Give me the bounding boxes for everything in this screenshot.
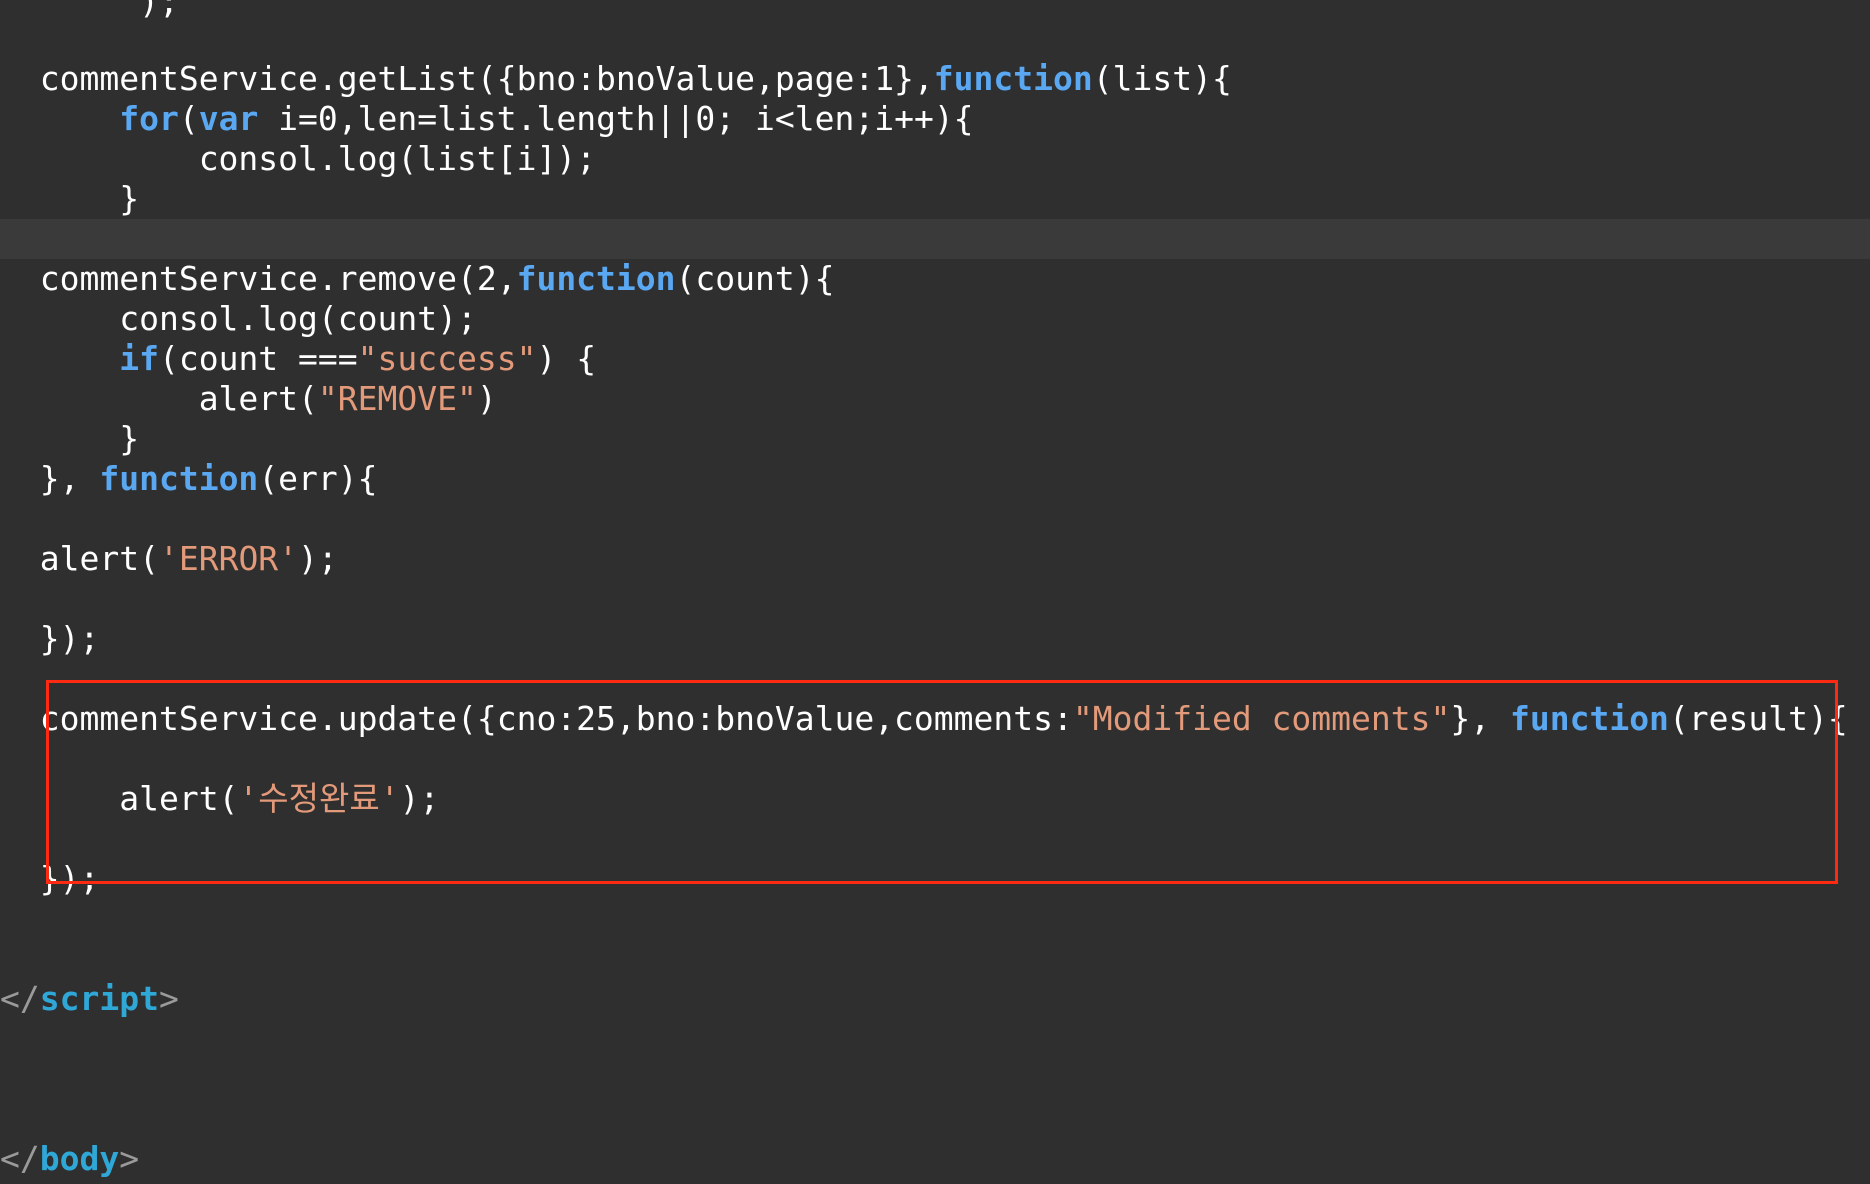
code-line-error-callback[interactable]: }, function(err){ — [0, 459, 1870, 499]
code-token: (list){ — [1092, 59, 1232, 98]
code-line-if-success[interactable]: if(count ==="success") { — [0, 339, 1870, 379]
code-token: ) — [476, 379, 497, 418]
code-token: commentService.remove(2, — [39, 259, 517, 298]
code-line-alert-error[interactable]: alert('ERROR'); — [0, 539, 1870, 579]
keyword-token: function — [933, 59, 1093, 98]
tag-bracket-token: > — [119, 1139, 140, 1178]
tag-name-token: script — [39, 979, 159, 1018]
code-line-body-close[interactable]: </body> — [0, 1139, 1870, 1179]
keyword-token: function — [516, 259, 676, 298]
string-token: "success" — [357, 339, 537, 378]
code-token: ( — [178, 99, 199, 138]
code-token: (count === — [158, 339, 358, 378]
tag-name-token: body — [39, 1139, 120, 1178]
code-line-if-close[interactable]: } — [0, 419, 1870, 459]
tag-bracket-token: </ — [0, 979, 40, 1018]
code-token: } — [119, 419, 140, 458]
code-token: consol.log(list[i]); — [198, 139, 597, 178]
code-line-for-close[interactable]: } — [0, 179, 1870, 219]
tag-bracket-token: > — [158, 979, 179, 1018]
current-line-highlight — [0, 219, 1870, 259]
keyword-token: var — [198, 99, 259, 138]
code-line-partial-close[interactable]: ); — [0, 0, 1870, 22]
code-line-consol-log-count[interactable]: consol.log(count); — [0, 299, 1870, 339]
code-editor[interactable]: ); commentService.getList({bno:bnoValue,… — [0, 0, 1870, 1184]
code-token: ); — [298, 539, 338, 578]
code-token: (err){ — [258, 459, 378, 498]
code-line-script-close[interactable]: </script> — [0, 979, 1870, 1019]
tag-bracket-token: </ — [0, 1139, 40, 1178]
keyword-token: function — [99, 459, 259, 498]
code-token: alert( — [198, 379, 318, 418]
string-token: "REMOVE" — [317, 379, 477, 418]
code-line-alert-remove[interactable]: alert("REMOVE") — [0, 379, 1870, 419]
code-token: (count){ — [675, 259, 835, 298]
code-token: }); — [39, 619, 100, 658]
code-line-remove-close[interactable]: }); — [0, 619, 1870, 659]
code-line-getlist-call[interactable]: commentService.getList({bno:bnoValue,pag… — [0, 59, 1870, 99]
code-line-for-loop[interactable]: for(var i=0,len=list.length||0; i<len;i+… — [0, 99, 1870, 139]
highlight-annotation-box — [46, 680, 1838, 884]
code-line-consol-log-list[interactable]: consol.log(list[i]); — [0, 139, 1870, 179]
code-token: commentService.getList({bno:bnoValue,pag… — [39, 59, 934, 98]
string-token: 'ERROR' — [158, 539, 299, 578]
code-token: } — [119, 179, 140, 218]
code-token: i=0,len=list.length||0; i<len;i++){ — [258, 99, 974, 138]
code-line-remove-call[interactable]: commentService.remove(2,function(count){ — [0, 259, 1870, 299]
code-token: ); — [139, 0, 179, 21]
code-token: }, — [39, 459, 100, 498]
code-token: ) { — [536, 339, 597, 378]
code-token: alert( — [39, 539, 159, 578]
code-token: consol.log(count); — [119, 299, 477, 338]
keyword-token: if — [119, 339, 159, 378]
keyword-token: for — [119, 99, 179, 138]
